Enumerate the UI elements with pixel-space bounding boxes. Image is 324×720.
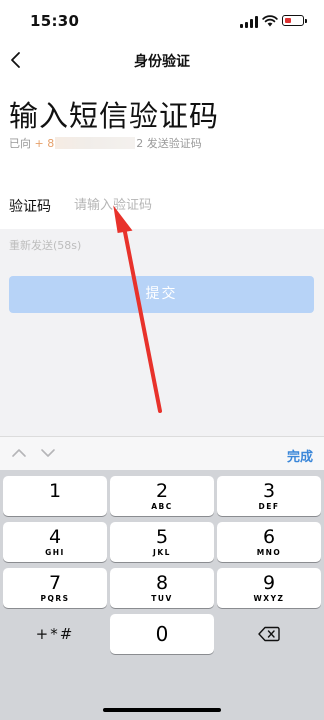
code-input[interactable] [74, 191, 304, 219]
home-indicator [103, 708, 221, 712]
key-2[interactable]: 2 ABC [110, 476, 214, 516]
keyboard-done-button[interactable]: 完成 [287, 446, 313, 465]
key-number: 9 [262, 572, 276, 594]
backspace-icon [258, 626, 280, 642]
key-3[interactable]: 3 DEF [217, 476, 321, 516]
keyboard-toolbar: 完成 [0, 436, 324, 470]
sent-suffix: 发送验证码 [146, 137, 202, 150]
key-number: 0 [155, 622, 169, 646]
key-6[interactable]: 6 MNO [217, 522, 321, 562]
key-number: 6 [262, 526, 276, 548]
code-label: 验证码 [9, 199, 51, 215]
key-number: 4 [48, 526, 62, 548]
code-row: 验证码 [0, 181, 324, 229]
key-number: 2 [155, 480, 169, 502]
nav-title: 身份验证 [134, 54, 190, 70]
wifi-icon [262, 15, 278, 27]
key-letters: DEF [258, 502, 280, 511]
key-5[interactable]: 5 JKL [110, 522, 214, 562]
key-letters: TUV [151, 594, 173, 603]
key-number: 5 [155, 526, 169, 548]
key-letters: ABC [151, 502, 173, 511]
key-number: 7 [48, 572, 62, 594]
phone-number-end: 2 [136, 137, 144, 150]
key-symbols[interactable]: +*# [3, 614, 107, 654]
key-4[interactable]: 4 GHI [3, 522, 107, 562]
key-number: 1 [48, 480, 62, 502]
sent-to-info: 已向 + 8 2 发送验证码 [9, 135, 202, 151]
key-letters: GHI [45, 548, 65, 557]
chevron-up-icon[interactable] [11, 446, 27, 460]
page-header: 输入短信验证码 已向 + 8 2 发送验证码 [0, 76, 324, 181]
chevron-down-icon[interactable] [40, 446, 56, 460]
key-1[interactable]: 1 [3, 476, 107, 516]
numeric-keypad: 1 2 ABC 3 DEF 4 GHI 5 JKL 6 MNO 7 PQRS 8… [0, 470, 324, 720]
nav-bar: 身份验证 [0, 44, 324, 76]
key-letters: MNO [256, 548, 282, 557]
signal-icon [240, 16, 258, 28]
phone-number-mask [55, 137, 136, 149]
key-number: 3 [262, 480, 276, 502]
key-7[interactable]: 7 PQRS [3, 568, 107, 608]
status-time: 15:30 [30, 12, 80, 30]
key-9[interactable]: 9 WXYZ [217, 568, 321, 608]
key-delete[interactable] [217, 614, 321, 654]
key-8[interactable]: 8 TUV [110, 568, 214, 608]
phone-number-start: + 8 [34, 137, 55, 150]
resend-countdown: 重新发送(58s) [9, 239, 82, 252]
key-0[interactable]: 0 [110, 614, 214, 654]
submit-button[interactable]: 提交 [9, 276, 314, 313]
battery-icon [282, 15, 307, 26]
key-letters: PQRS [40, 594, 70, 603]
key-letters: WXYZ [253, 594, 285, 603]
status-bar: 15:30 [0, 0, 324, 44]
page-title: 输入短信验证码 [9, 99, 220, 133]
sent-prefix: 已向 [9, 137, 31, 150]
key-letters: JKL [153, 548, 171, 557]
key-number: 8 [155, 572, 169, 594]
